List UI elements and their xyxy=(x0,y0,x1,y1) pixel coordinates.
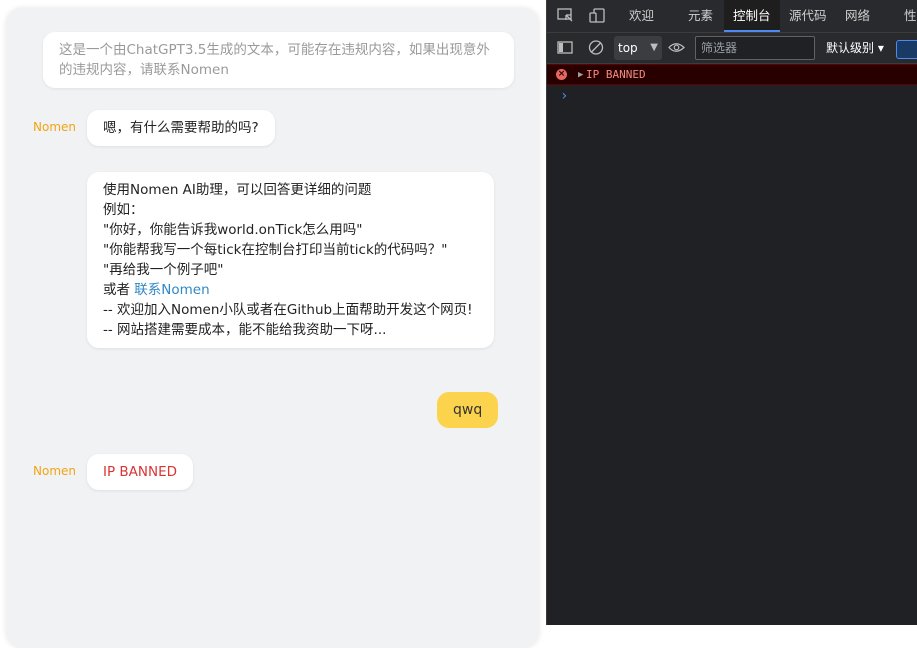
message-line: 使用Nomen AI助理，可以回答更详细的问题 xyxy=(103,182,372,198)
console-prompt[interactable]: › xyxy=(560,88,568,104)
tab-welcome[interactable]: 欢迎 xyxy=(629,0,654,32)
message-line: 例如： xyxy=(103,202,144,218)
sender-name: Nomen xyxy=(33,120,76,134)
tab-performance[interactable]: 性能 xyxy=(904,0,917,32)
message-line: "你能帮我写一个每tick在控制台打印当前tick的代码吗？" xyxy=(103,242,448,258)
message-line: -- 欢迎加入Nomen小队或者在Github上面帮助开发这个网页! xyxy=(103,302,473,318)
error-icon: × xyxy=(556,69,567,80)
tab-sources[interactable]: 源代码 xyxy=(789,0,827,32)
console-error-row[interactable]: × ▶ IP BANNED xyxy=(547,64,917,85)
disclaimer-notice: 这是一个由ChatGPT3.5生成的文本，可能存在违规内容，如果出现意外的违规内… xyxy=(43,32,514,88)
clear-console-icon[interactable] xyxy=(588,40,605,55)
user-message: qwq xyxy=(437,392,499,428)
tab-network[interactable]: 网络 xyxy=(845,0,870,32)
sender-name: Nomen xyxy=(33,464,76,478)
devtools-tabbar: 欢迎 元素 控制台 源代码 网络 性能 xyxy=(547,0,917,33)
console-error-message: IP BANNED xyxy=(586,68,646,81)
message-line: "你好，你能告诉我world.onTick怎么用吗" xyxy=(103,222,363,238)
expand-triangle-icon[interactable]: ▶ xyxy=(578,65,583,85)
devtools-panel: 欢迎 元素 控制台 源代码 网络 性能 top ▼ 筛选器 默认级别 ▾ × ▶… xyxy=(546,0,917,625)
tab-elements[interactable]: 元素 xyxy=(688,0,713,32)
tab-console[interactable]: 控制台 xyxy=(724,0,780,32)
assistant-message: 使用Nomen AI助理，可以回答更详细的问题 例如： "你好，你能告诉我wor… xyxy=(87,172,494,348)
contact-nomen-link[interactable]: 联系Nomen xyxy=(134,282,209,298)
context-select[interactable]: top ▼ xyxy=(614,36,662,60)
chat-pane: 这是一个由ChatGPT3.5生成的文本，可能存在违规内容，如果出现意外的违规内… xyxy=(0,0,546,648)
issues-badge[interactable] xyxy=(896,40,917,59)
console-toolbar: top ▼ 筛选器 默认级别 ▾ xyxy=(547,33,917,64)
assistant-message: 嗯，有什么需要帮助的吗? xyxy=(87,110,275,146)
inspect-element-icon[interactable] xyxy=(557,8,574,23)
message-line: -- 网站搭建需要成本，能不能给我资助一下呀... xyxy=(103,322,387,338)
filter-input[interactable]: 筛选器 xyxy=(695,36,815,60)
log-level-select[interactable]: 默认级别 ▾ xyxy=(826,36,884,60)
chevron-down-icon: ▼ xyxy=(650,42,658,53)
assistant-message: IP BANNED xyxy=(87,454,194,490)
message-line: 或者 联系Nomen xyxy=(103,280,478,300)
link-prefix: 或者 xyxy=(103,282,135,298)
message-line: "再给我一个例子吧" xyxy=(103,262,224,278)
device-toolbar-icon[interactable] xyxy=(589,8,606,23)
live-expression-eye-icon[interactable] xyxy=(668,40,685,55)
sidebar-toggle-icon[interactable] xyxy=(557,40,574,55)
error-message-text: IP BANNED xyxy=(103,464,178,480)
context-value: top xyxy=(618,41,638,55)
